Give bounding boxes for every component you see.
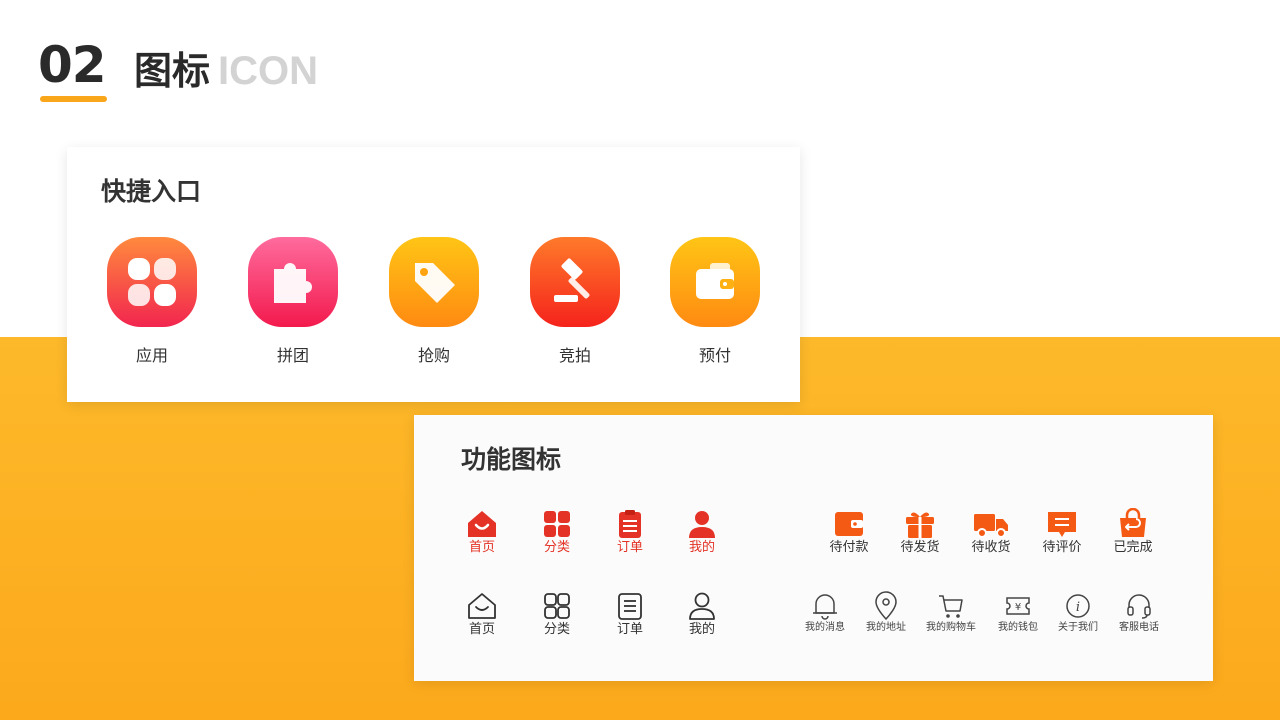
user-icon xyxy=(689,511,715,538)
quick-item-label: 应用 xyxy=(135,346,168,365)
home-icon xyxy=(468,511,496,537)
order-icon xyxy=(618,593,642,620)
section-title: 图标 ICON xyxy=(134,48,318,102)
tag-icon xyxy=(389,237,479,327)
tab-home[interactable]: 首页 xyxy=(462,590,502,638)
order-status-label: 待发货 xyxy=(900,540,940,555)
quick-item-label: 拼团 xyxy=(276,346,309,365)
tab-profile-active[interactable]: 我的 xyxy=(682,508,722,556)
tab-label: 分类 xyxy=(543,540,570,555)
order-status-label: 待评价 xyxy=(1042,540,1082,555)
order-status-label: 已完成 xyxy=(1113,540,1153,555)
section-underline xyxy=(40,96,107,102)
service-hotline[interactable]: 客服电话 xyxy=(1113,591,1165,634)
quick-item-group-buy[interactable]: 拼团 xyxy=(233,237,353,366)
tab-label: 分类 xyxy=(543,622,570,637)
order-status-pending-shipment[interactable]: 待发货 xyxy=(895,508,945,556)
tab-label: 订单 xyxy=(616,540,643,555)
service-about[interactable]: i 关于我们 xyxy=(1052,591,1104,634)
service-label: 我的地址 xyxy=(866,622,906,633)
quick-item-prepay[interactable]: 预付 xyxy=(655,237,775,366)
user-icon xyxy=(689,592,715,620)
section-title-en: ICON xyxy=(218,49,319,93)
wallet-icon xyxy=(835,512,863,536)
tab-category[interactable]: 分类 xyxy=(537,590,577,638)
tab-label: 我的 xyxy=(688,540,715,555)
order-icon xyxy=(619,510,641,538)
section-number: 02 xyxy=(38,36,107,94)
quick-item-auction[interactable]: 竞拍 xyxy=(515,237,635,366)
info-icon: i xyxy=(1066,594,1090,618)
bell-icon xyxy=(813,594,837,620)
tab-label: 首页 xyxy=(468,622,495,637)
service-label: 我的钱包 xyxy=(998,622,1038,633)
wallet-icon xyxy=(670,237,760,327)
home-icon xyxy=(468,593,496,619)
service-label: 我的消息 xyxy=(805,622,845,633)
order-status-completed[interactable]: 已完成 xyxy=(1108,508,1158,556)
comment-icon xyxy=(1048,512,1076,537)
quick-item-flash-sale[interactable]: 抢购 xyxy=(374,237,494,366)
tab-label: 订单 xyxy=(616,622,643,637)
quick-entry-title: 快捷入口 xyxy=(101,177,202,206)
gift-icon xyxy=(906,512,934,538)
order-status-label: 待收货 xyxy=(971,540,1011,555)
service-label: 我的购物车 xyxy=(926,622,976,633)
order-status-label: 待付款 xyxy=(829,540,869,555)
tab-profile[interactable]: 我的 xyxy=(682,590,722,638)
cart-icon xyxy=(939,595,963,618)
puzzle-icon xyxy=(248,237,338,327)
function-icons-card: 功能图标 首页 分类 订单 我的 首页 分类 订单 我的 待付款 待发货 待收货… xyxy=(414,415,1213,681)
service-label: 客服电话 xyxy=(1119,622,1159,633)
section-title-cn: 图标 xyxy=(134,49,211,93)
tab-category-active[interactable]: 分类 xyxy=(537,508,577,556)
function-icons-title: 功能图标 xyxy=(461,445,562,474)
quick-item-apps[interactable]: 应用 xyxy=(92,237,212,366)
order-status-pending-review[interactable]: 待评价 xyxy=(1037,508,1087,556)
service-address[interactable]: 我的地址 xyxy=(860,591,912,634)
service-wallet[interactable]: ¥ 我的钱包 xyxy=(992,591,1044,634)
order-status-pending-receipt[interactable]: 待收货 xyxy=(966,508,1016,556)
truck-icon xyxy=(974,514,1008,538)
quick-item-label: 抢购 xyxy=(417,346,450,365)
yen-glyph: ¥ xyxy=(1015,602,1021,613)
bag-return-icon xyxy=(1120,508,1146,537)
tab-order-active[interactable]: 订单 xyxy=(610,508,650,556)
service-label: 关于我们 xyxy=(1058,622,1098,633)
tab-label: 首页 xyxy=(468,540,495,555)
category-icon xyxy=(544,511,570,537)
category-icon xyxy=(544,593,570,619)
clover-icon xyxy=(107,237,197,327)
quick-item-label: 预付 xyxy=(698,346,731,365)
service-cart[interactable]: 我的购物车 xyxy=(919,591,983,634)
service-messages[interactable]: 我的消息 xyxy=(799,591,851,634)
ticket-yen-icon: ¥ xyxy=(1006,597,1030,615)
quick-entry-card: 快捷入口 应用 拼团 抢购 竞拍 预付 xyxy=(67,147,800,402)
headset-icon xyxy=(1127,594,1151,619)
quick-item-label: 竞拍 xyxy=(558,346,591,365)
location-icon xyxy=(875,591,897,621)
info-glyph: i xyxy=(1076,600,1080,615)
tab-label: 我的 xyxy=(688,622,715,637)
order-status-pending-payment[interactable]: 待付款 xyxy=(824,508,874,556)
tab-order[interactable]: 订单 xyxy=(610,590,650,638)
tab-home-active[interactable]: 首页 xyxy=(462,508,502,556)
gavel-icon xyxy=(530,237,620,327)
